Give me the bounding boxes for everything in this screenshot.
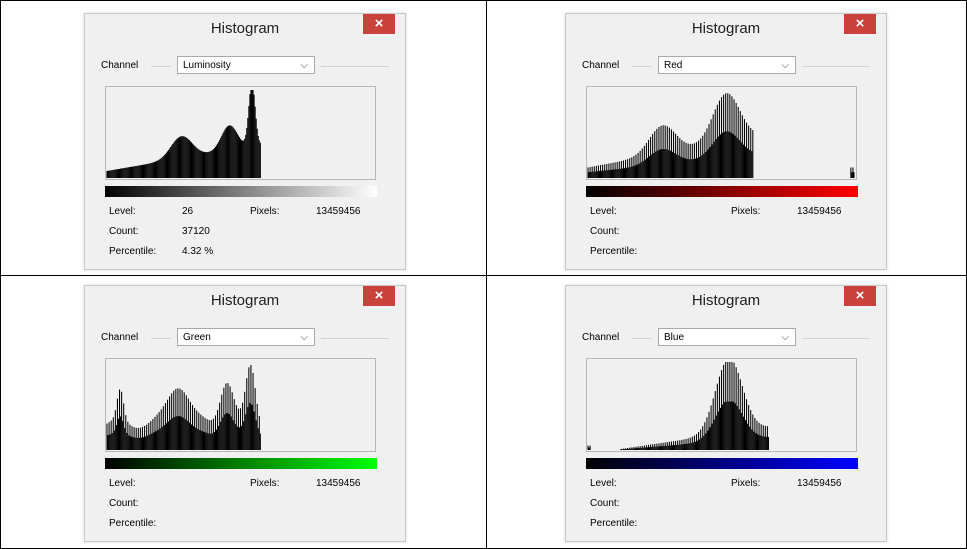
channel-label: Channel xyxy=(101,332,139,343)
count-label: Count: xyxy=(109,498,139,509)
channel-select-value: Luminosity xyxy=(183,60,231,71)
pixels-label: Pixels: xyxy=(731,478,761,489)
histogram-plot xyxy=(106,90,261,178)
group-rule xyxy=(151,66,171,67)
channel-select[interactable]: Blue ⌵ xyxy=(658,328,796,346)
chevron-down-icon: ⌵ xyxy=(300,332,308,343)
pixels-value: 13459456 xyxy=(797,478,842,489)
channel-select[interactable]: Luminosity ⌵ xyxy=(177,56,315,74)
histogram-window-red: Histogram × Channel Red ⌵ Level: Pixels:… xyxy=(565,13,887,270)
group-rule xyxy=(802,66,870,67)
pixels-label: Pixels: xyxy=(250,206,280,217)
window-title: Histogram xyxy=(691,20,761,37)
chevron-down-icon: ⌵ xyxy=(781,60,789,71)
count-label: Count: xyxy=(590,226,620,237)
channel-label: Channel xyxy=(101,60,139,71)
count-value: 37120 xyxy=(182,226,210,237)
count-label: Count: xyxy=(590,498,620,509)
close-icon[interactable]: × xyxy=(363,14,395,34)
histogram-plot xyxy=(587,362,769,450)
channel-label: Channel xyxy=(582,60,620,71)
group-rule xyxy=(321,338,389,339)
channel-select-value: Red xyxy=(664,60,683,71)
pixels-value: 13459456 xyxy=(797,206,842,217)
percentile-label: Percentile: xyxy=(109,246,157,257)
window-title: Histogram xyxy=(210,20,280,37)
histogram-window-green: Histogram × Channel Green ⌵ Level: Pixel… xyxy=(84,285,406,542)
close-icon[interactable]: × xyxy=(844,14,876,34)
histogram-plot xyxy=(587,93,855,178)
chevron-down-icon: ⌵ xyxy=(781,332,789,343)
channel-select-value: Blue xyxy=(664,332,685,343)
channel-gradient-bar xyxy=(105,186,377,197)
percentile-label: Percentile: xyxy=(590,246,638,257)
group-rule xyxy=(802,338,870,339)
count-label: Count: xyxy=(109,226,139,237)
pixels-label: Pixels: xyxy=(250,478,280,489)
level-label: Level: xyxy=(109,478,136,489)
channel-gradient-bar xyxy=(586,186,858,197)
level-label: Level: xyxy=(590,206,617,217)
histogram-graph[interactable] xyxy=(105,358,376,452)
title-bar: Histogram × xyxy=(85,286,405,316)
histogram-graph[interactable] xyxy=(105,86,376,180)
histogram-graph[interactable] xyxy=(586,358,857,452)
title-bar: Histogram × xyxy=(566,14,886,44)
group-rule xyxy=(632,338,652,339)
pixels-value: 13459456 xyxy=(316,206,361,217)
title-bar: Histogram × xyxy=(566,286,886,316)
channel-gradient-bar xyxy=(586,458,858,469)
close-icon[interactable]: × xyxy=(844,286,876,306)
histogram-window-luminosity: Histogram × Channel Luminosity ⌵ Level: … xyxy=(84,13,406,270)
pixels-value: 13459456 xyxy=(316,478,361,489)
histogram-graph[interactable] xyxy=(586,86,857,180)
percentile-label: Percentile: xyxy=(109,518,157,529)
pixels-label: Pixels: xyxy=(731,206,761,217)
table-divider-horizontal xyxy=(0,275,967,276)
window-title: Histogram xyxy=(210,292,280,309)
channel-select[interactable]: Red ⌵ xyxy=(658,56,796,74)
percentile-value: 4.32 % xyxy=(182,246,214,257)
channel-label: Channel xyxy=(582,332,620,343)
close-icon[interactable]: × xyxy=(363,286,395,306)
channel-gradient-bar xyxy=(105,458,377,469)
group-rule xyxy=(632,66,652,67)
level-label: Level: xyxy=(590,478,617,489)
channel-select-value: Green xyxy=(183,332,211,343)
histogram-plot xyxy=(106,364,261,450)
title-bar: Histogram × xyxy=(85,14,405,44)
channel-select[interactable]: Green ⌵ xyxy=(177,328,315,346)
level-value: 26 xyxy=(182,206,194,217)
group-rule xyxy=(151,338,171,339)
chevron-down-icon: ⌵ xyxy=(300,60,308,71)
window-title: Histogram xyxy=(691,292,761,309)
group-rule xyxy=(321,66,389,67)
percentile-label: Percentile: xyxy=(590,518,638,529)
level-label: Level: xyxy=(109,206,136,217)
histogram-window-blue: Histogram × Channel Blue ⌵ Level: Pixels… xyxy=(565,285,887,542)
